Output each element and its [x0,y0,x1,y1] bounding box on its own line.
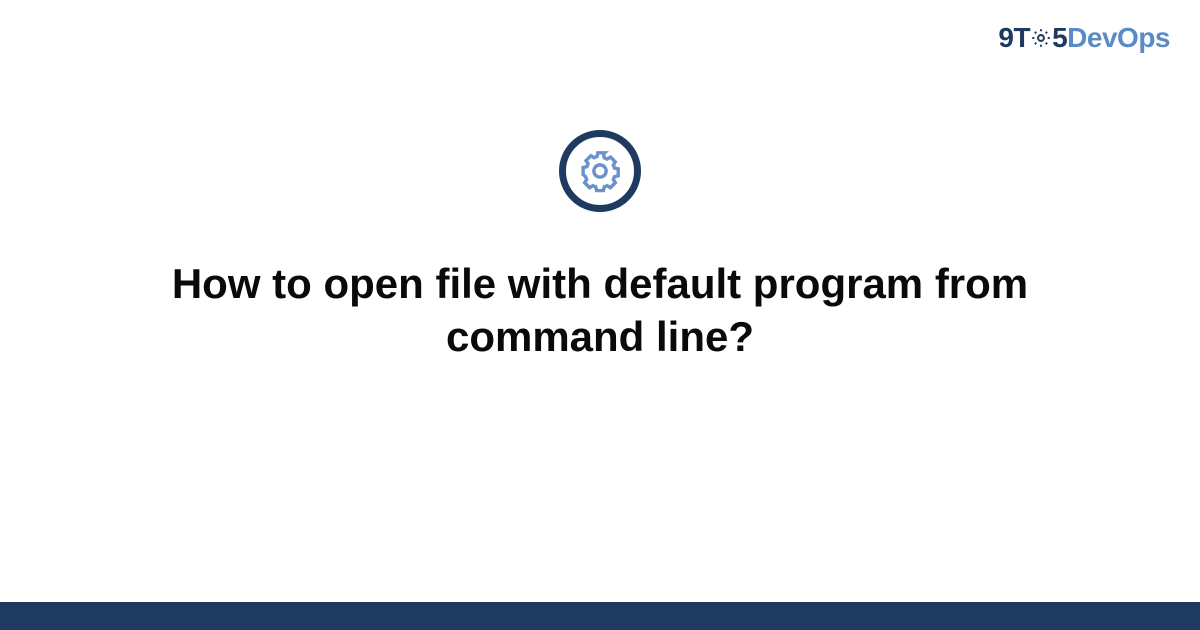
logo-text-suffix: DevOps [1067,22,1170,53]
gear-badge-icon [559,130,641,212]
page-title: How to open file with default program fr… [72,258,1128,363]
brand-logo: 9T 5DevOps [998,22,1170,54]
logo-text-prefix: 9T [998,22,1030,53]
gear-icon [1030,27,1052,49]
logo-text-mid: 5 [1052,22,1067,53]
footer-bar [0,602,1200,630]
gear-icon [577,148,623,194]
